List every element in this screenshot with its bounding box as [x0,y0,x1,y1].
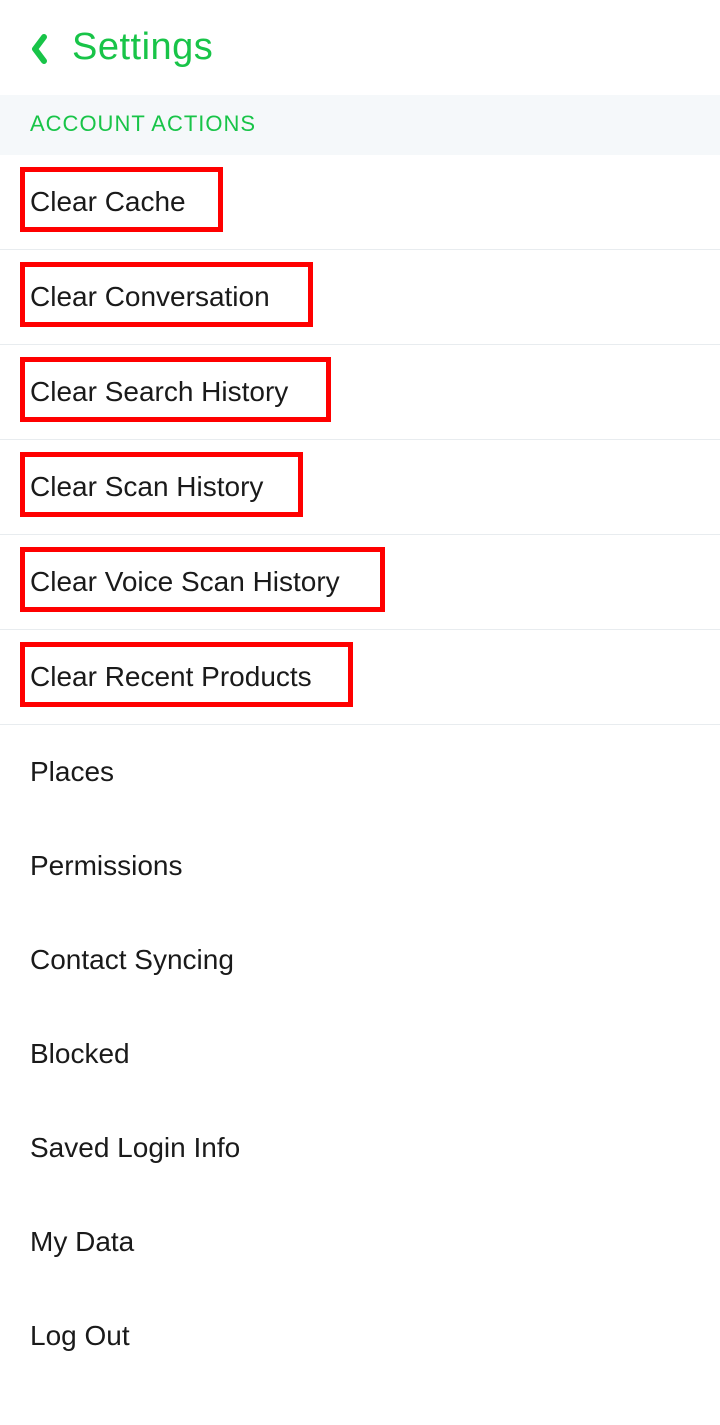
list-item-wrapper: Contact Syncing [0,913,720,1007]
settings-item-label: Contact Syncing [30,944,234,976]
settings-item-label: Clear Conversation [30,281,270,313]
header: Settings [0,0,720,95]
settings-item-label: Clear Cache [30,186,186,218]
list-item-wrapper: Clear Voice Scan History [0,535,720,630]
settings-item-label: Clear Search History [30,376,288,408]
settings-item[interactable]: Clear Recent Products [0,630,720,725]
list-item-wrapper: Saved Login Info [0,1101,720,1195]
list-item-wrapper: Clear Scan History [0,440,720,535]
section-header: ACCOUNT ACTIONS [0,95,720,155]
settings-item[interactable]: Blocked [0,1007,720,1101]
settings-item-label: Clear Scan History [30,471,263,503]
settings-item-label: Blocked [30,1038,130,1070]
list-item-wrapper: Log Out [0,1289,720,1383]
settings-item[interactable]: Log Out [0,1289,720,1383]
settings-item[interactable]: Clear Search History [0,345,720,440]
list-item-wrapper: Clear Cache [0,155,720,250]
settings-item[interactable]: My Data [0,1195,720,1289]
settings-item[interactable]: Clear Conversation [0,250,720,345]
list-item-wrapper: Clear Search History [0,345,720,440]
settings-item[interactable]: Contact Syncing [0,913,720,1007]
settings-item-label: Clear Recent Products [30,661,312,693]
settings-item-label: Log Out [30,1320,130,1352]
list-item-wrapper: My Data [0,1195,720,1289]
list-item-wrapper: Clear Conversation [0,250,720,345]
settings-item-label: My Data [30,1226,134,1258]
settings-item[interactable]: Permissions [0,819,720,913]
settings-item[interactable]: Saved Login Info [0,1101,720,1195]
settings-item-label: Saved Login Info [30,1132,240,1164]
settings-list: Clear Cache Clear Conversation Clear Searc… [0,155,720,1383]
back-chevron-icon[interactable] [30,33,50,65]
list-item-wrapper: Places [0,725,720,819]
settings-item[interactable]: Clear Scan History [0,440,720,535]
settings-item-label: Clear Voice Scan History [30,566,340,598]
settings-item-label: Places [30,756,114,788]
list-item-wrapper: Permissions [0,819,720,913]
list-item-wrapper: Clear Recent Products [0,630,720,725]
settings-item[interactable]: Clear Voice Scan History [0,535,720,630]
page-title: Settings [72,26,213,69]
settings-item-label: Permissions [30,850,182,882]
settings-item[interactable]: Places [0,725,720,819]
settings-item[interactable]: Clear Cache [0,155,720,250]
list-item-wrapper: Blocked [0,1007,720,1101]
